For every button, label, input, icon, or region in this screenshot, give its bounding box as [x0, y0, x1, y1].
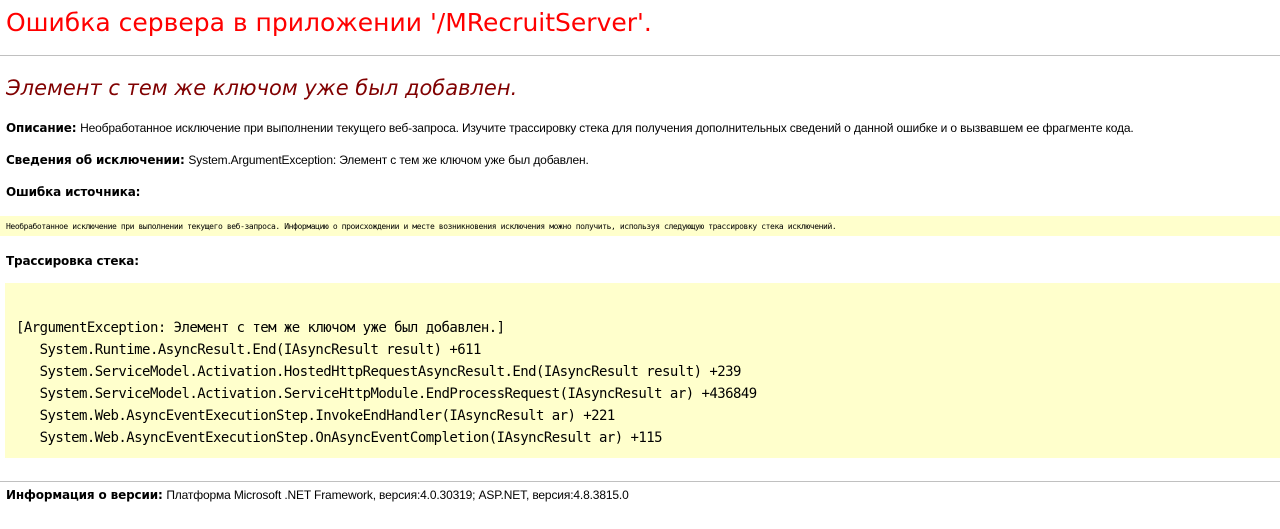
stack-trace-heading: Трассировка стека: [6, 254, 139, 268]
version-info-label: Информация о версии: [6, 488, 163, 502]
error-message-heading: Элемент с тем же ключом уже был добавлен… [6, 76, 518, 100]
exception-details-label: Сведения об исключении: [6, 153, 185, 167]
stack-trace-line: System.Web.AsyncEventExecutionStep.OnAsy… [16, 430, 663, 446]
stack-trace-box: [ArgumentException: Элемент с тем же клю… [5, 283, 1280, 458]
version-info-line: Информация о версии: Платформа Microsoft… [6, 488, 629, 502]
title-divider [0, 55, 1280, 56]
stack-trace-label: Трассировка стека: [6, 254, 139, 268]
page-title: Ошибка сервера в приложении '/MRecruitSe… [6, 8, 652, 37]
stack-trace-line: System.Runtime.AsyncResult.End(IAsyncRes… [16, 342, 482, 358]
stack-trace-line: [ArgumentException: Элемент с тем же клю… [16, 320, 505, 336]
stack-trace-line: System.Web.AsyncEventExecutionStep.Invok… [16, 408, 616, 424]
description-text: Необработанное исключение при выполнении… [80, 121, 1134, 135]
source-error-text: Необработанное исключение при выполнении… [6, 222, 837, 231]
stack-trace-line: System.ServiceModel.Activation.ServiceHt… [16, 386, 758, 402]
description-label: Описание: [6, 121, 77, 135]
source-error-label: Ошибка источника: [6, 185, 141, 199]
footer-divider [0, 481, 1280, 482]
exception-details-text: System.ArgumentException: Элемент с тем … [188, 153, 589, 167]
stack-trace-line: System.ServiceModel.Activation.HostedHtt… [16, 364, 742, 380]
description-line: Описание: Необработанное исключение при … [6, 121, 1134, 135]
exception-details-line: Сведения об исключении: System.ArgumentE… [6, 153, 589, 167]
source-error-heading: Ошибка источника: [6, 185, 140, 199]
source-error-box: Необработанное исключение при выполнении… [0, 216, 1280, 236]
version-info-text: Платформа Microsoft .NET Framework, верс… [166, 488, 629, 502]
